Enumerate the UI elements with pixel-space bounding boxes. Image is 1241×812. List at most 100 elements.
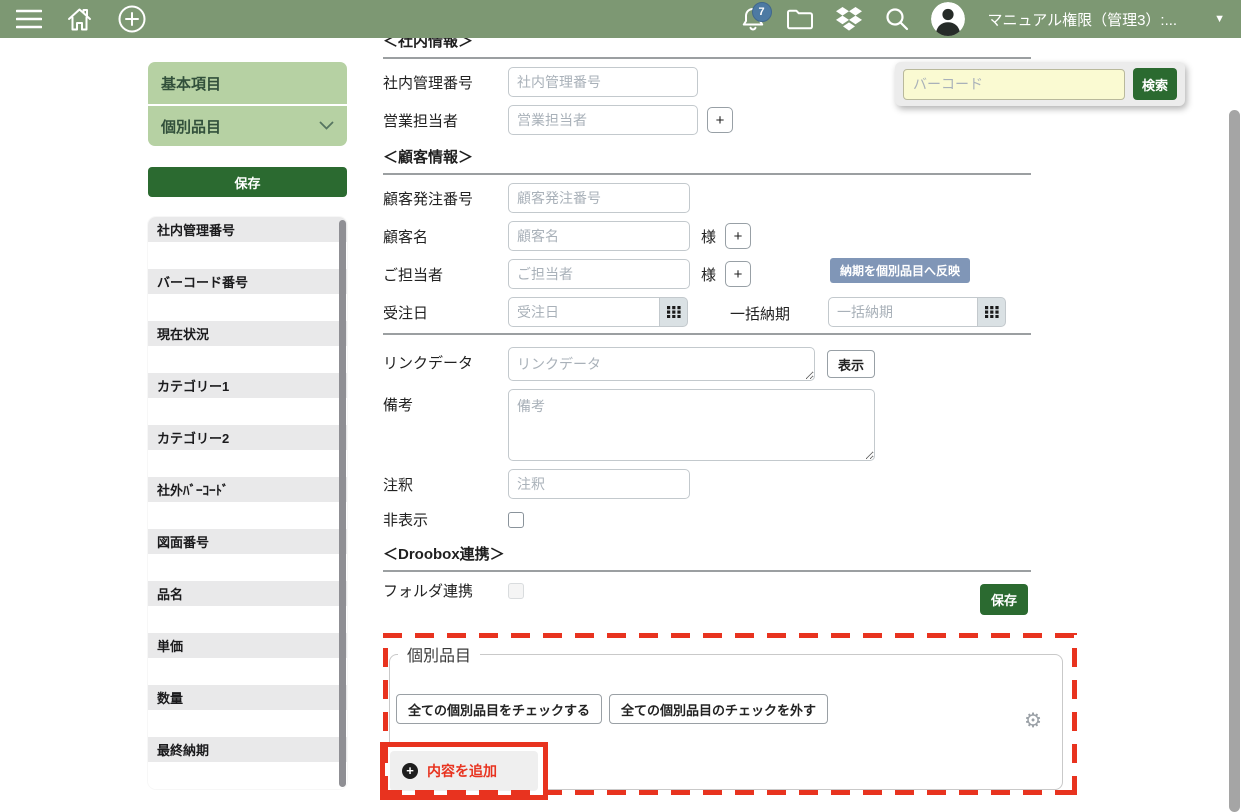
sales-rep-add-button[interactable]: +: [707, 107, 733, 133]
topbar: 7 マニュアル権限（管理3）:... ▼: [0, 0, 1241, 38]
app-screen: 7 マニュアル権限（管理3）:... ▼ 基本項目: [0, 0, 1241, 812]
tab-basic-items-label: 基本項目: [161, 73, 221, 94]
sidebar-field-label: 品名: [148, 581, 347, 606]
honorific-label: 様: [701, 226, 716, 247]
remarks-textarea[interactable]: [508, 389, 875, 461]
internal-number-input[interactable]: [508, 67, 698, 97]
field-label: 顧客名: [383, 226, 508, 247]
calendar-icon[interactable]: [978, 297, 1006, 327]
settings-gear-icon[interactable]: ⚙: [1024, 710, 1042, 730]
barcode-search-panel: 検索: [895, 62, 1185, 106]
user-menu-label[interactable]: マニュアル権限（管理3）:...: [988, 9, 1178, 30]
customer-order-number-input[interactable]: [508, 183, 690, 213]
page-scrollbar-track[interactable]: [1228, 38, 1241, 812]
show-button[interactable]: 表示: [827, 350, 875, 378]
field-label: リンクデータ: [383, 347, 508, 373]
contact-person-add-button[interactable]: +: [725, 261, 751, 287]
tab-basic-items[interactable]: 基本項目: [148, 62, 347, 104]
sidebar-field-value: [148, 346, 347, 373]
uncheck-all-items-button[interactable]: 全ての個別品目のチェックを外す: [609, 694, 828, 724]
folder-link-checkbox[interactable]: [508, 583, 524, 599]
notification-badge: 7: [752, 2, 772, 22]
hidden-checkbox[interactable]: [508, 512, 524, 528]
order-date-input[interactable]: [508, 297, 660, 327]
tab-individual-items-label: 個別品目: [161, 116, 221, 137]
link-data-textarea[interactable]: [508, 347, 815, 381]
sidebar-field-value: [148, 658, 347, 685]
individual-items-section: 個別品目 全ての個別品目をチェックする 全ての個別品目のチェックを外す ⚙ + …: [389, 642, 1063, 790]
sidebar-field-label: 単価: [148, 633, 347, 658]
honorific-label: 様: [701, 264, 716, 285]
bell-icon[interactable]: 7: [741, 6, 765, 32]
batch-delivery-input[interactable]: [828, 297, 978, 327]
section-divider: [383, 57, 1031, 59]
order-date-group: [508, 297, 688, 327]
add-circle-icon[interactable]: [117, 4, 147, 34]
items-button-row: 全ての個別品目をチェックする 全ての個別品目のチェックを外す: [396, 694, 828, 724]
form-row-folder-link: フォルダ連携: [383, 580, 1031, 601]
sales-rep-input[interactable]: [508, 105, 698, 135]
form-row-contact-person: ご担当者 様 + 納期を個別品目へ反映: [383, 259, 1031, 289]
field-label: 注釈: [383, 474, 508, 495]
sidebar-field-label: カテゴリー2: [148, 425, 347, 450]
check-all-items-button[interactable]: 全ての個別品目をチェックする: [396, 694, 602, 724]
customer-name-input[interactable]: [508, 221, 690, 251]
sidebar: 基本項目 個別品目 保存 社内管理番号 バーコード番号 現在状況 カテゴリー1 …: [148, 62, 347, 789]
menu-icon[interactable]: [16, 9, 42, 29]
form-row-annotation: 注釈: [383, 469, 1031, 499]
dropbox-icon[interactable]: [835, 6, 863, 32]
sidebar-field-value: [148, 710, 347, 737]
customer-name-add-button[interactable]: +: [725, 223, 751, 249]
form-row-sales-rep: 営業担当者 +: [383, 105, 1031, 135]
form-row-remarks: 備考: [383, 389, 1031, 461]
chevron-down-icon: [319, 121, 334, 131]
sidebar-save-button[interactable]: 保存: [148, 167, 347, 197]
circle-plus-icon: +: [402, 763, 418, 779]
field-label: 社内管理番号: [383, 72, 508, 93]
sidebar-field-label: 数量: [148, 685, 347, 710]
sidebar-field-label: 最終納期: [148, 737, 347, 762]
folder-icon[interactable]: [786, 8, 814, 30]
home-icon[interactable]: [66, 6, 93, 33]
reflect-delivery-button[interactable]: 納期を個別品目へ反映: [830, 258, 970, 283]
batch-delivery-group: [828, 297, 1006, 327]
field-label: ご担当者: [383, 264, 508, 285]
field-label: 非表示: [383, 509, 508, 530]
page-scrollbar-thumb[interactable]: [1229, 110, 1240, 812]
section-divider: [383, 333, 1031, 335]
sidebar-field-value: [148, 294, 347, 321]
barcode-input[interactable]: [903, 69, 1125, 100]
sidebar-field-value: [148, 450, 347, 477]
sidebar-field-label: 図面番号: [148, 529, 347, 554]
tab-individual-items[interactable]: 個別品目: [148, 104, 347, 146]
add-content-button[interactable]: + 内容を追加: [390, 751, 538, 791]
form-row-link-data: リンクデータ 表示: [383, 347, 1031, 381]
annotation-input[interactable]: [508, 469, 690, 499]
form-row-customer-order-number: 顧客発注番号: [383, 183, 1031, 213]
barcode-search-button[interactable]: 検索: [1133, 68, 1177, 100]
sidebar-field-value: [148, 242, 347, 269]
caret-down-icon[interactable]: ▼: [1214, 13, 1225, 25]
form-row-order-date: 受注日 一括納期: [383, 297, 1031, 327]
section-heading-customer: ＜顧客情報＞: [383, 149, 1031, 167]
avatar[interactable]: [931, 2, 965, 36]
section-divider: [383, 173, 1031, 175]
calendar-icon[interactable]: [660, 297, 688, 327]
individual-items-legend: 個別品目: [398, 642, 480, 666]
sidebar-field-value: [148, 606, 347, 633]
sidebar-field-label: カテゴリー1: [148, 373, 347, 398]
order-form: ＜社内情報＞ 社内管理番号 営業担当者 + ＜顧客情報＞ 顧客発注番号 顧客名 …: [383, 33, 1031, 601]
contact-person-input[interactable]: [508, 259, 690, 289]
sidebar-nav: 基本項目 個別品目: [148, 62, 347, 146]
sidebar-field-value: [148, 554, 347, 581]
search-icon[interactable]: [884, 6, 910, 32]
add-content-label: 内容を追加: [427, 761, 497, 781]
sidebar-field-label: 現在状況: [148, 321, 347, 346]
sidebar-scrollbar-thumb[interactable]: [339, 220, 346, 787]
sidebar-field-label: 社外ﾊﾞｰｺｰﾄﾞ: [148, 477, 347, 502]
sidebar-field-label: 社内管理番号: [148, 217, 347, 242]
sidebar-field-value: [148, 502, 347, 529]
annotation-highlight-border: + 内容を追加: [380, 742, 548, 800]
sidebar-field-value: [148, 398, 347, 425]
form-save-button[interactable]: 保存: [980, 584, 1028, 615]
